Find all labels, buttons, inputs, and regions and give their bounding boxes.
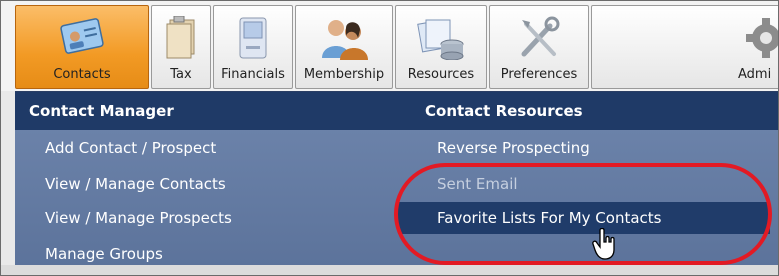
- tab-preferences-label: Preferences: [500, 67, 578, 82]
- tab-tax-label: Tax: [170, 67, 192, 82]
- tab-contacts[interactable]: Contacts: [15, 5, 149, 89]
- main-toolbar: Contacts Tax Financials Membership Resou…: [1, 1, 778, 91]
- page-bottom-strip: [1, 265, 778, 275]
- document-stack-icon: [164, 15, 198, 64]
- tab-admin[interactable]: Admi: [591, 5, 778, 89]
- menu-item-view-prospects[interactable]: View / Manage Prospects: [15, 202, 393, 234]
- tab-financials[interactable]: Financials: [213, 5, 293, 89]
- database-docs-icon: [416, 16, 466, 64]
- menu-item-favorite-lists[interactable]: Favorite Lists For My Contacts: [398, 202, 770, 234]
- tab-preferences[interactable]: Preferences: [489, 5, 589, 89]
- contact-manager-header: Contact Manager: [15, 92, 393, 130]
- calculator-icon: [238, 16, 268, 64]
- tools-icon: [516, 16, 562, 64]
- contact-card-icon: [59, 16, 105, 62]
- people-icon: [318, 16, 370, 64]
- menu-item-view-contacts[interactable]: View / Manage Contacts: [15, 168, 393, 200]
- hand-cursor-icon: [592, 227, 618, 264]
- tab-contacts-label: Contacts: [53, 67, 111, 82]
- contact-resources-header: Contact Resources: [393, 92, 778, 130]
- menu-item-sent-email[interactable]: Sent Email: [393, 168, 778, 200]
- tab-resources-label: Resources: [407, 67, 475, 82]
- tab-admin-label: Admi: [738, 67, 772, 82]
- menu-item-reverse-prospecting[interactable]: Reverse Prospecting: [393, 132, 778, 164]
- tab-membership[interactable]: Membership: [295, 5, 393, 89]
- tab-financials-label: Financials: [221, 67, 285, 82]
- app-window: Contacts Tax Financials Membership Resou…: [0, 0, 779, 276]
- contacts-dropdown-menu: Contact Manager Contact Resources Add Co…: [15, 91, 778, 275]
- gear-icon: [742, 16, 778, 64]
- tab-tax[interactable]: Tax: [151, 5, 211, 89]
- tab-resources[interactable]: Resources: [395, 5, 487, 89]
- tab-membership-label: Membership: [303, 67, 385, 82]
- menu-item-add-contact[interactable]: Add Contact / Prospect: [15, 132, 393, 164]
